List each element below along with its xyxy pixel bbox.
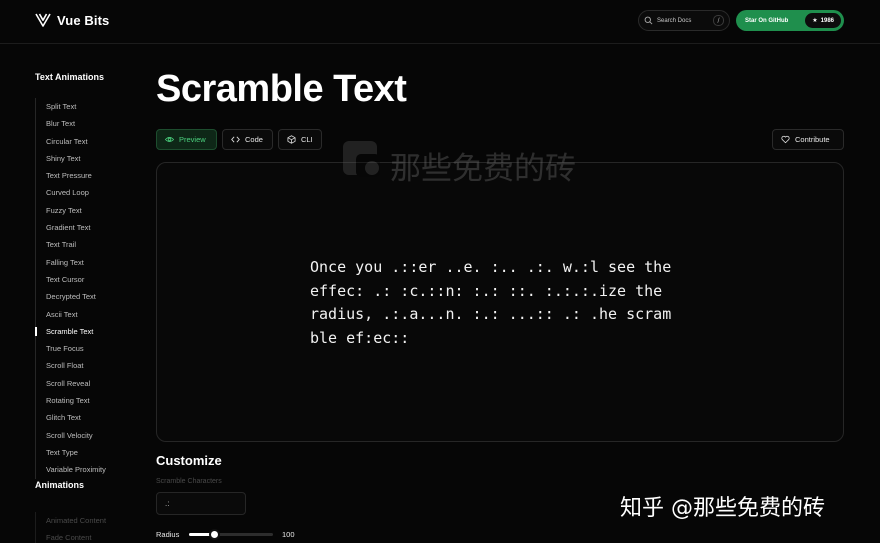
sidebar-item-animated-content[interactable]: Animated Content (36, 512, 106, 529)
sidebar-item-scroll-velocity[interactable]: Scroll Velocity (36, 427, 145, 444)
eye-icon (165, 137, 174, 142)
sidebar-item-text-trail[interactable]: Text Trail (36, 236, 145, 253)
sidebar-item-text-type[interactable]: Text Type (36, 444, 145, 461)
sidebar-item-split-text[interactable]: Split Text (36, 98, 145, 115)
scramble-text-demo[interactable]: Once you .::er ..e. :.. .:. w.:l see the… (310, 256, 700, 350)
watermark-logo-icon (343, 141, 380, 177)
github-star-count: ★ 1986 (805, 13, 841, 28)
sidebar-item-falling-text[interactable]: Falling Text (36, 254, 145, 271)
sidebar-item-rotating-text[interactable]: Rotating Text (36, 392, 145, 409)
sidebar-item-curved-loop[interactable]: Curved Loop (36, 184, 145, 201)
sidebar-item-blur-text[interactable]: Blur Text (36, 115, 145, 132)
radius-value: 100 (282, 530, 295, 539)
radius-label: Radius (156, 530, 180, 539)
contribute-label: Contribute (795, 135, 830, 144)
sidebar-item-text-cursor[interactable]: Text Cursor (36, 271, 145, 288)
tab-code[interactable]: Code (222, 129, 273, 150)
sidebar-item-ascii-text[interactable]: Ascii Text (36, 306, 145, 323)
sidebar-item-gradient-text[interactable]: Gradient Text (36, 219, 145, 236)
github-label: Star On GitHub (745, 17, 789, 24)
sidebar-nav-animations: Animated Content Fade Content (35, 512, 106, 543)
sidebar-item-text-pressure[interactable]: Text Pressure (36, 167, 145, 184)
star-on-github-button[interactable]: Star On GitHub ★ 1986 (736, 10, 844, 31)
sidebar-item-glitch-text[interactable]: Glitch Text (36, 409, 145, 426)
sidebar-item-circular-text[interactable]: Circular Text (36, 133, 145, 150)
sidebar-item-fade-content[interactable]: Fade Content (36, 529, 106, 543)
search-icon (644, 16, 653, 25)
tab-code-label: Code (245, 135, 263, 144)
scramble-characters-input[interactable] (156, 492, 246, 515)
tab-preview[interactable]: Preview (156, 129, 217, 150)
page-title: Scramble Text (156, 68, 407, 110)
heart-icon (781, 135, 790, 144)
sidebar-item-shiny-text[interactable]: Shiny Text (36, 150, 145, 167)
watermark-bottom-text: 知乎 @那些免费的砖 (620, 496, 825, 521)
tab-preview-label: Preview (179, 135, 206, 144)
sidebar: Text Animations Split Text Blur Text Circu… (35, 72, 145, 543)
box-icon (287, 135, 296, 144)
radius-slider[interactable] (189, 529, 273, 540)
customize-title: Customize (156, 453, 222, 468)
sidebar-item-variable-proximity[interactable]: Variable Proximity (36, 461, 145, 478)
code-icon (231, 136, 240, 143)
sidebar-nav-text-animations: Split Text Blur Text Circular Text Shiny Te… (35, 98, 145, 479)
sidebar-section-title-text-animations: Text Animations (35, 72, 105, 82)
sidebar-item-decrypted-text[interactable]: Decrypted Text (36, 288, 145, 305)
preview-panel[interactable]: Once you .::er ..e. :.. .:. w.:l see the… (156, 162, 844, 442)
sidebar-item-scroll-reveal[interactable]: Scroll Reveal (36, 375, 145, 392)
sidebar-section-title-animations: Animations (35, 480, 85, 490)
sidebar-item-scroll-float[interactable]: Scroll Float (36, 357, 145, 374)
vue-logo-icon (35, 13, 51, 27)
radius-slider-thumb[interactable] (208, 529, 220, 540)
tab-cli-label: CLI (301, 135, 313, 144)
search-label: Search Docs (657, 17, 692, 24)
contribute-button[interactable]: Contribute (772, 129, 844, 150)
tab-cli[interactable]: CLI (278, 129, 322, 150)
scramble-characters-label: Scramble Characters (156, 478, 222, 485)
sidebar-item-fuzzy-text[interactable]: Fuzzy Text (36, 202, 145, 219)
search-shortcut-key: / (713, 15, 724, 26)
sidebar-item-scramble-text[interactable]: Scramble Text (35, 323, 145, 340)
logo[interactable]: Vue Bits (35, 12, 109, 28)
logo-text: Vue Bits (57, 12, 110, 28)
star-icon: ★ (812, 18, 818, 24)
watermark-center-text: 那些免费的砖 (390, 151, 576, 187)
github-stars-value: 1986 (820, 17, 834, 24)
sidebar-item-true-focus[interactable]: True Focus (36, 340, 145, 357)
top-header: Vue Bits Search Docs / Star On GitHub ★ … (0, 0, 880, 44)
search-button[interactable]: Search Docs / (638, 10, 730, 31)
